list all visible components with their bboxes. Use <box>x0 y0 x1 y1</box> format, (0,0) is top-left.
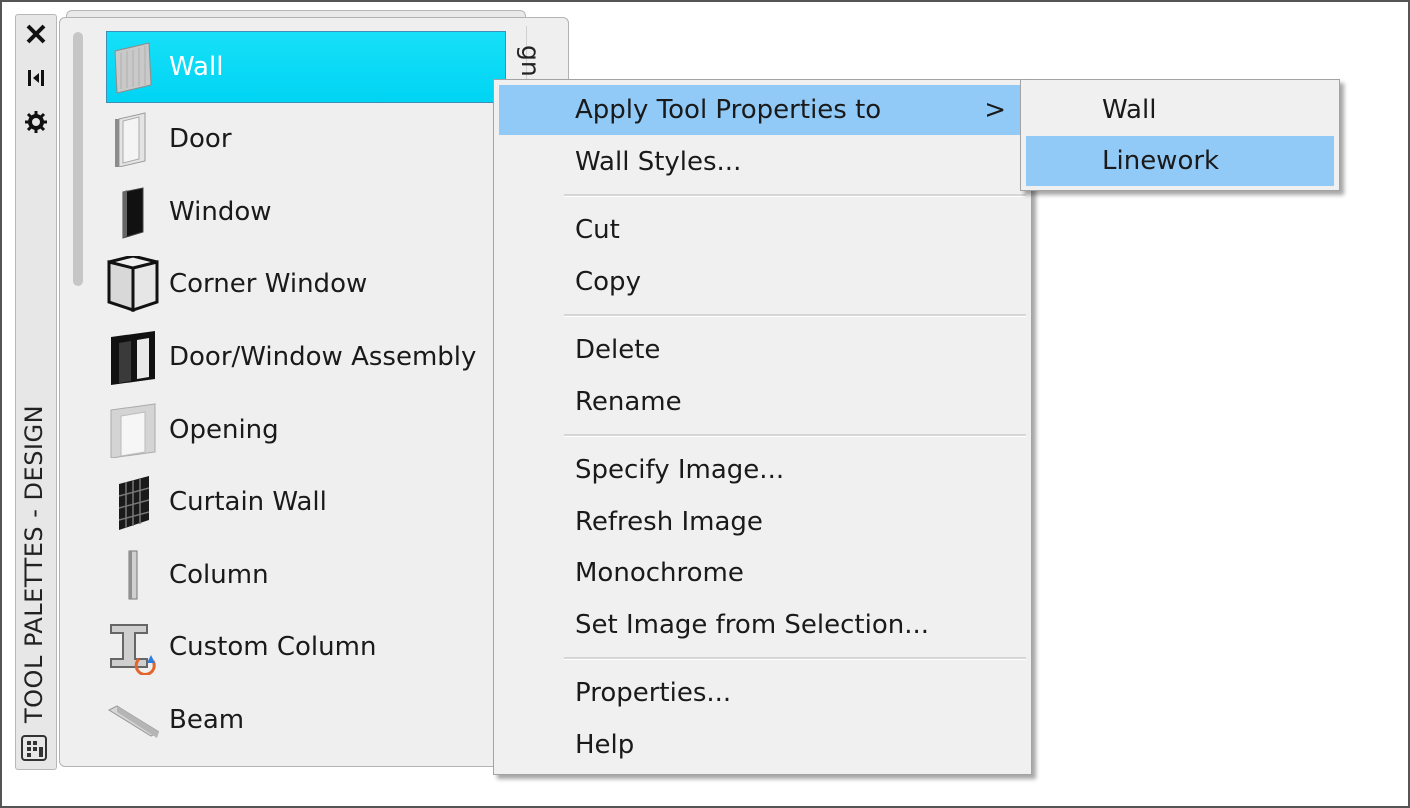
beam-icon <box>107 690 159 750</box>
palette-scrollbar[interactable] <box>73 32 83 286</box>
menu-separator <box>564 314 1026 317</box>
wall-icon <box>107 37 159 97</box>
tool-door-window-assembly[interactable]: Door/Window Assembly <box>107 321 507 393</box>
chevron-right-icon: > <box>984 95 1006 125</box>
menu-item-copy[interactable]: Copy <box>499 257 1026 307</box>
tool-label: Opening <box>169 415 279 445</box>
tool-label: Window <box>169 197 272 227</box>
corner-window-icon <box>107 254 159 314</box>
menu-item-rename[interactable]: Rename <box>499 377 1026 427</box>
palette-title-bar[interactable]: TOOL PALETTES - DESIGN <box>15 14 57 770</box>
tool-door[interactable]: Door <box>107 103 507 175</box>
menu-item-set-image-from-selection[interactable]: Set Image from Selection... <box>499 600 1026 650</box>
menu-item-apply-tool-properties[interactable]: Apply Tool Properties to > <box>499 85 1026 135</box>
auto-hide-icon[interactable] <box>21 63 51 93</box>
menu-separator <box>564 657 1026 660</box>
apply-to-submenu: Wall Linework <box>1020 79 1340 191</box>
tool-label: Column <box>169 560 269 590</box>
tool-opening[interactable]: Opening <box>107 394 507 466</box>
palette-vertical-title: TOOL PALETTES - DESIGN <box>20 404 48 723</box>
opening-icon <box>107 400 159 460</box>
context-menu: Apply Tool Properties to > Wall Styles..… <box>493 79 1032 775</box>
tool-window[interactable]: Window <box>107 176 507 248</box>
palette-tab-design[interactable]: gn <box>516 45 545 77</box>
tool-curtain-wall[interactable]: Curtain Wall <box>107 466 507 538</box>
tool-wall[interactable]: Wall <box>106 31 506 103</box>
menu-item-properties[interactable]: Properties... <box>499 668 1026 718</box>
custom-column-icon <box>107 617 159 677</box>
tool-corner-window[interactable]: Corner Window <box>107 248 507 320</box>
tool-beam[interactable]: Beam <box>107 684 507 756</box>
window-icon <box>107 182 159 242</box>
curtain-wall-icon <box>107 472 159 532</box>
tool-label: Corner Window <box>169 269 368 299</box>
close-icon[interactable] <box>21 19 51 49</box>
tool-label: Wall <box>169 52 224 82</box>
submenu-item-linework[interactable]: Linework <box>1026 136 1334 186</box>
menu-item-delete[interactable]: Delete <box>499 325 1026 375</box>
tool-label: Beam <box>169 705 245 735</box>
door-window-assembly-icon <box>107 327 159 387</box>
tool-label: Door/Window Assembly <box>169 342 477 372</box>
submenu-item-wall[interactable]: Wall <box>1026 85 1334 135</box>
menu-item-cut[interactable]: Cut <box>499 205 1026 255</box>
tool-column[interactable]: Column <box>107 539 507 611</box>
menu-separator <box>564 434 1026 437</box>
tool-label: Custom Column <box>169 632 377 662</box>
menu-item-monochrome[interactable]: Monochrome <box>499 548 1026 598</box>
menu-item-help[interactable]: Help <box>499 720 1026 770</box>
palette-set-icon[interactable] <box>20 734 48 762</box>
menu-separator <box>564 194 1026 197</box>
tool-label: Door <box>169 124 232 154</box>
tool-label: Curtain Wall <box>169 487 327 517</box>
door-icon <box>107 109 159 169</box>
properties-icon[interactable] <box>21 107 51 137</box>
menu-item-refresh-image[interactable]: Refresh Image <box>499 497 1026 547</box>
menu-item-specify-image[interactable]: Specify Image... <box>499 445 1026 495</box>
column-icon <box>107 545 159 605</box>
menu-item-wall-styles[interactable]: Wall Styles... <box>499 137 1026 187</box>
tool-custom-column[interactable]: Custom Column <box>107 611 507 683</box>
